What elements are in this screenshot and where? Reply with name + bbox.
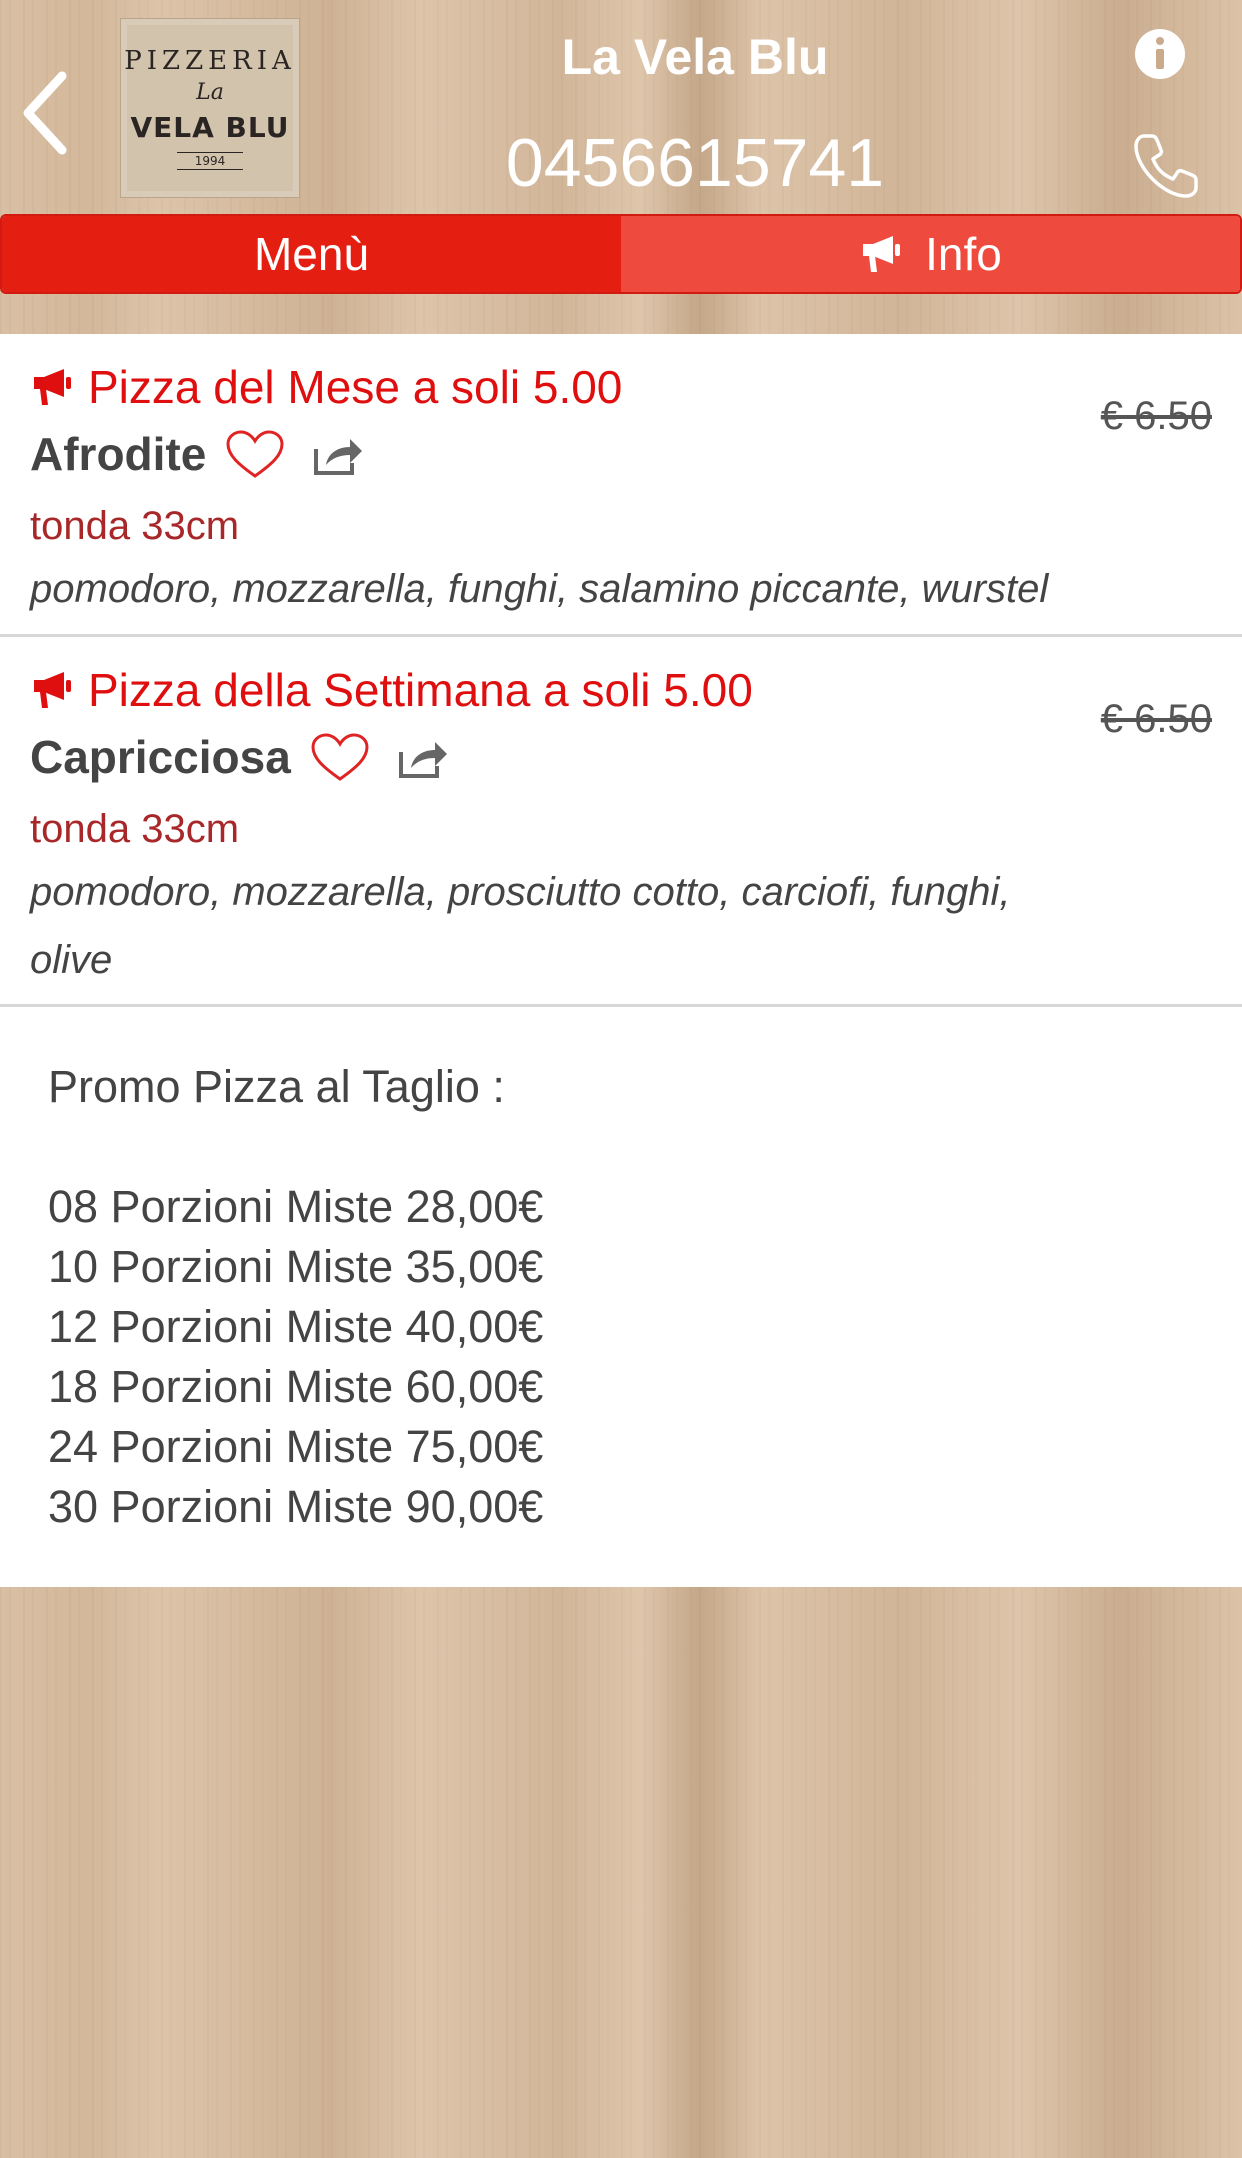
list-item[interactable]: Pizza della Settimana a soli 5.00 € 6.50… <box>0 637 1242 1007</box>
back-button[interactable] <box>18 68 78 158</box>
item-ingredients-line: pomodoro, mozzarella, prosciutto cotto, … <box>30 870 1011 914</box>
item-size: tonda 33cm <box>30 504 240 548</box>
promo-line-item: 10 Porzioni Miste 35,00€ <box>48 1241 544 1292</box>
phone-number-link[interactable]: 0456615741 <box>400 124 990 202</box>
logo-text-name: VELA BLU <box>130 111 290 144</box>
tab-bar: Menù Info <box>0 214 1242 294</box>
promo-line-item: 24 Porzioni Miste 75,00€ <box>48 1421 544 1472</box>
promo-title: Promo Pizza al Taglio : <box>48 1061 505 1112</box>
item-name: Afrodite <box>30 428 207 480</box>
item-size: tonda 33cm <box>30 807 240 851</box>
promo-text: Pizza del Mese a soli 5.00 <box>88 361 623 413</box>
share-icon[interactable] <box>312 431 366 477</box>
tab-info[interactable]: Info <box>621 216 1240 292</box>
promo-line: Pizza della Settimana a soli 5.00 <box>30 659 1212 721</box>
item-name-row: Afrodite <box>30 420 1212 488</box>
phone-icon[interactable] <box>1130 130 1202 202</box>
menu-content: Pizza del Mese a soli 5.00 € 6.50 Afrodi… <box>0 334 1242 1587</box>
item-ingredients: pomodoro, mozzarella, funghi, salamino p… <box>30 567 1049 611</box>
restaurant-logo: PIZZERIA La VELA BLU 1994 <box>120 18 300 198</box>
item-name: Capricciosa <box>30 731 291 783</box>
tab-menu-label: Menù <box>253 228 370 280</box>
heart-icon[interactable] <box>309 731 371 783</box>
header: PIZZERIA La VELA BLU 1994 La Vela Blu 04… <box>0 0 1242 214</box>
info-icon[interactable] <box>1134 28 1186 80</box>
logo-text-la: La <box>196 80 224 105</box>
promo-line-item: 12 Porzioni Miste 40,00€ <box>48 1301 544 1352</box>
promo-pizza-al-taglio: Promo Pizza al Taglio : 08 Porzioni Mist… <box>0 1007 1242 1587</box>
promo-text: Pizza della Settimana a soli 5.00 <box>88 664 753 716</box>
logo-text-year: 1994 <box>176 152 244 170</box>
megaphone-icon <box>863 236 901 272</box>
item-name-row: Capricciosa <box>30 723 1212 791</box>
heart-icon[interactable] <box>224 428 286 480</box>
megaphone-icon <box>34 672 71 708</box>
item-ingredients-line: olive <box>30 938 113 982</box>
tab-menu[interactable]: Menù <box>2 216 621 292</box>
old-price: € 6.50 <box>1100 394 1212 438</box>
promo-line-item: 18 Porzioni Miste 60,00€ <box>48 1361 544 1412</box>
logo-text-pizzeria: PIZZERIA <box>124 46 296 76</box>
share-icon[interactable] <box>397 734 451 780</box>
chevron-left-icon <box>23 71 67 155</box>
tab-info-label: Info <box>925 228 1002 280</box>
megaphone-icon <box>34 369 71 405</box>
old-price: € 6.50 <box>1100 697 1212 741</box>
page-title: La Vela Blu <box>561 29 829 85</box>
list-item[interactable]: Pizza del Mese a soli 5.00 € 6.50 Afrodi… <box>0 334 1242 637</box>
promo-line-item: 08 Porzioni Miste 28,00€ <box>48 1181 544 1232</box>
promo-line: Pizza del Mese a soli 5.00 <box>30 356 1212 418</box>
promo-line-item: 30 Porzioni Miste 90,00€ <box>48 1481 544 1532</box>
